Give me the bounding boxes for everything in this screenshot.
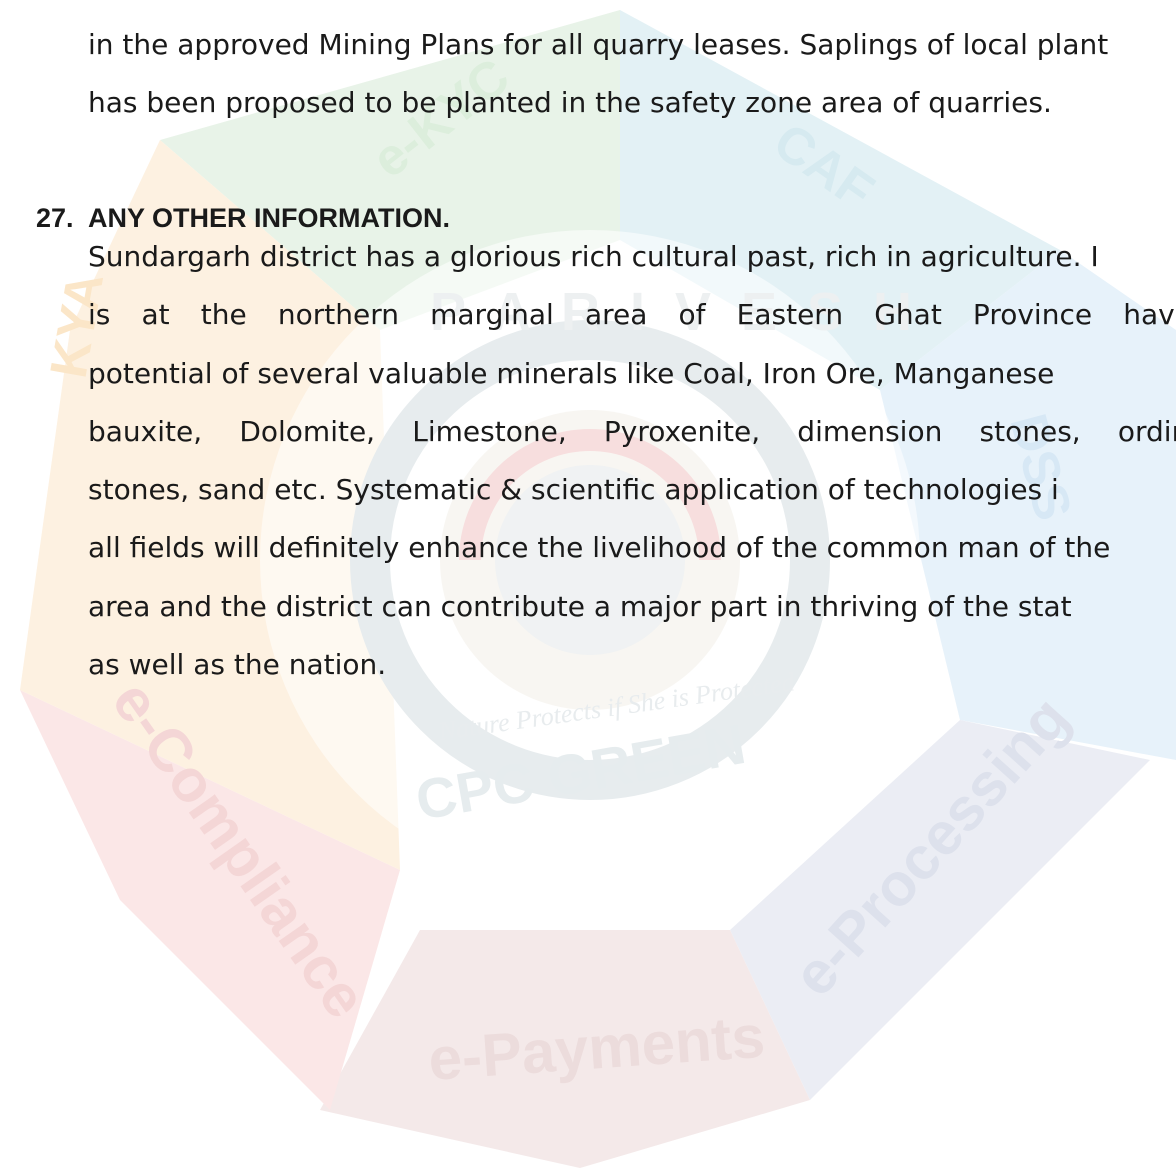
document-page: e-KYC CAF DSS e-Processing e-Payments e-…: [0, 0, 1176, 1168]
body-line: as well as the nation.: [88, 648, 387, 682]
body-line: area and the district can contribute a m…: [88, 589, 1072, 623]
document-content: in the approved Mining Plans for all qua…: [0, 0, 1176, 1168]
section-number: 27.: [36, 203, 74, 233]
body-line: Sundargarh district has a glorious rich …: [88, 240, 1099, 273]
body-line: stones, sand etc. Systematic & scientifi…: [88, 473, 1059, 507]
top-paragraph-line: has been proposed to be planted in the s…: [88, 86, 1052, 119]
top-paragraph-line: in the approved Mining Plans for all qua…: [88, 28, 1109, 61]
body-line: is at the northern marginal area of East…: [88, 298, 1176, 332]
body-line: bauxite, Dolomite, Limestone, Pyroxenite…: [88, 414, 1176, 448]
body-line: all fields will definitely enhance the l…: [88, 531, 1111, 565]
body-line: potential of several valuable minerals l…: [88, 356, 1055, 390]
top-paragraph: in the approved Mining Plans for all qua…: [88, 16, 1176, 132]
section-body: Sundargarh district has a glorious rich …: [88, 228, 1176, 694]
